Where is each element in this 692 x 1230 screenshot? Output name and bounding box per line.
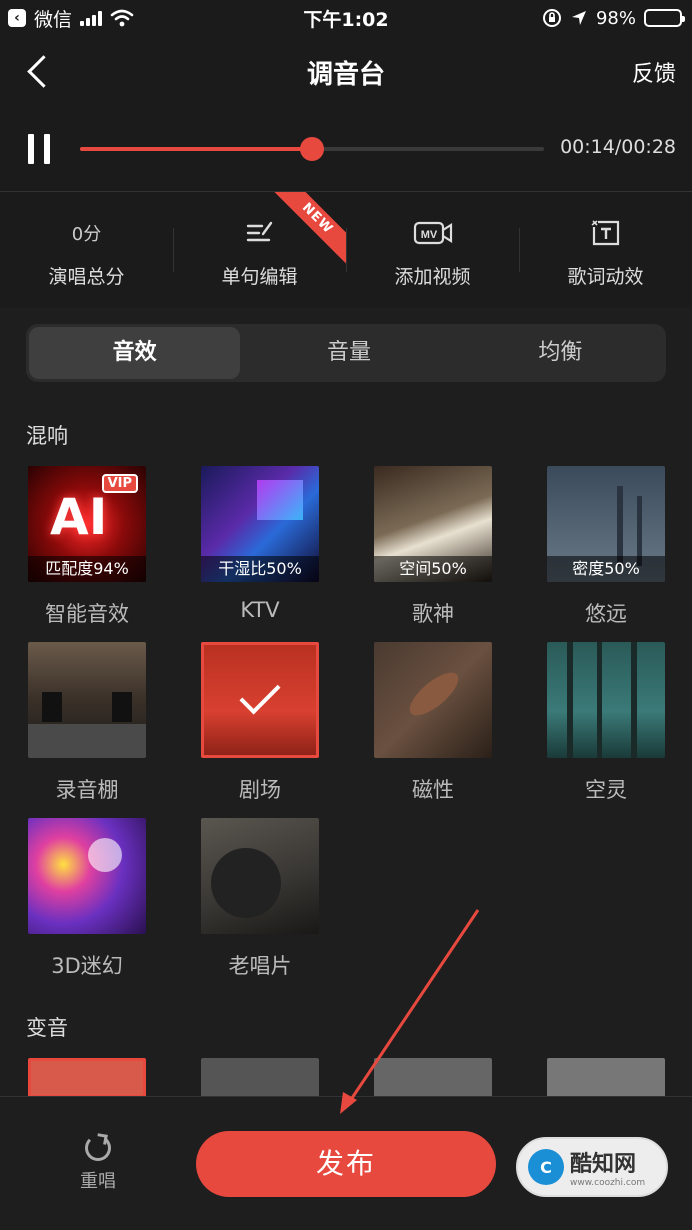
tool-row: 0分 演唱总分 单句编辑 NEW MV 添加视频 歌词动效 bbox=[0, 192, 692, 308]
effect-caption: 干湿比50% bbox=[201, 556, 319, 582]
playback-bar: 00:14/00:28 bbox=[0, 108, 692, 192]
progress-fill bbox=[80, 147, 312, 151]
effect-name: 录音棚 bbox=[55, 778, 119, 802]
voice-thumbnail[interactable] bbox=[374, 1058, 492, 1098]
effect-name: 悠远 bbox=[585, 602, 627, 626]
tool-line-edit[interactable]: 单句编辑 NEW bbox=[173, 192, 346, 308]
effect-name: 磁性 bbox=[412, 778, 454, 802]
voice-change-grid bbox=[28, 1058, 668, 1098]
tab-volume[interactable]: 音量 bbox=[243, 324, 454, 382]
text-frame-icon bbox=[590, 216, 622, 250]
effect-thumbnail: 干湿比50% bbox=[201, 466, 319, 582]
effect-thumbnail: AI VIP 匹配度94% bbox=[28, 466, 146, 582]
refresh-icon bbox=[85, 1135, 111, 1161]
tool-label: 添加视频 bbox=[394, 266, 471, 288]
effect-caption: 空间50% bbox=[374, 556, 492, 582]
tab-equalizer[interactable]: 均衡 bbox=[455, 324, 666, 382]
segment-tabs: 音效 音量 均衡 bbox=[26, 324, 666, 382]
svg-text:MV: MV bbox=[420, 229, 437, 241]
ai-logo: AI bbox=[50, 488, 108, 546]
voice-thumbnail[interactable] bbox=[201, 1058, 319, 1098]
section-title-reverb: 混响 bbox=[26, 424, 68, 448]
vip-badge: VIP bbox=[101, 474, 138, 493]
tool-add-video[interactable]: MV 添加视频 bbox=[346, 192, 519, 308]
location-icon bbox=[571, 11, 586, 25]
effect-thumbnail bbox=[201, 818, 319, 934]
watermark-logo: C 酷知网 www.coozhi.com bbox=[516, 1137, 668, 1197]
tool-lyric-effects[interactable]: 歌词动效 bbox=[519, 192, 692, 308]
status-bar: ‹ 微信 下午1:02 98% bbox=[0, 0, 692, 36]
publish-button[interactable]: 发布 bbox=[196, 1131, 496, 1197]
tool-label: 歌词动效 bbox=[567, 266, 644, 288]
effect-name: 智能音效 bbox=[45, 602, 129, 626]
tab-sound-effect[interactable]: 音效 bbox=[29, 327, 241, 379]
effect-thumbnail: 密度50% bbox=[547, 466, 665, 582]
effect-thumbnail bbox=[28, 818, 146, 934]
effect-thumbnail bbox=[374, 642, 492, 758]
mv-camera-icon: MV bbox=[413, 216, 453, 250]
slider-thumb[interactable] bbox=[300, 137, 324, 161]
voice-thumbnail[interactable] bbox=[547, 1058, 665, 1098]
battery-percent: 98% bbox=[595, 7, 636, 29]
redo-button[interactable]: 重唱 bbox=[60, 1135, 136, 1193]
effect-name: 空灵 bbox=[585, 778, 627, 802]
effect-thumbnail bbox=[547, 642, 665, 758]
watermark-url: www.coozhi.com bbox=[570, 1178, 646, 1188]
effect-item[interactable]: 3D迷幻 bbox=[28, 818, 146, 994]
time-readout: 00:14/00:28 bbox=[560, 136, 676, 158]
feedback-button[interactable]: 反馈 bbox=[632, 56, 676, 88]
redo-label: 重唱 bbox=[80, 1171, 116, 1192]
effect-thumbnail bbox=[28, 642, 146, 758]
effect-caption: 匹配度94% bbox=[28, 556, 146, 582]
score-value: 0分 bbox=[71, 224, 102, 245]
check-icon bbox=[239, 673, 281, 715]
effect-name: 老唱片 bbox=[228, 954, 292, 978]
progress-slider[interactable] bbox=[80, 137, 544, 161]
battery-icon bbox=[644, 9, 685, 27]
new-badge: NEW bbox=[268, 192, 346, 270]
effect-item[interactable]: 录音棚 bbox=[28, 642, 146, 818]
effect-name: 歌神 bbox=[412, 602, 454, 626]
tool-total-score[interactable]: 0分 演唱总分 bbox=[0, 192, 173, 308]
effect-item[interactable]: 密度50% 悠远 bbox=[547, 466, 665, 642]
coozhi-logo-icon: C bbox=[528, 1149, 564, 1185]
bottom-bar: 重唱 发布 C 酷知网 www.coozhi.com bbox=[0, 1096, 692, 1230]
nav-header: 调音台 反馈 bbox=[0, 36, 692, 108]
effect-item[interactable]: 空间50% 歌神 bbox=[374, 466, 492, 642]
effect-name: KTV bbox=[240, 598, 280, 622]
tool-label: 演唱总分 bbox=[48, 266, 125, 288]
page-title: 调音台 bbox=[306, 60, 385, 90]
effect-thumbnail bbox=[201, 642, 319, 758]
pause-icon[interactable] bbox=[28, 134, 50, 164]
rotation-lock-icon bbox=[542, 9, 561, 27]
watermark-text: 酷知网 bbox=[570, 1152, 637, 1177]
effect-item[interactable]: 干湿比50% KTV bbox=[201, 466, 319, 642]
voice-thumbnail[interactable] bbox=[28, 1058, 146, 1098]
effect-caption: 密度50% bbox=[547, 556, 665, 582]
section-title-voice-change: 变音 bbox=[26, 1016, 68, 1040]
effect-item[interactable]: 磁性 bbox=[374, 642, 492, 818]
effect-item[interactable]: 空灵 bbox=[547, 642, 665, 818]
effect-item[interactable]: AI VIP 匹配度94% 智能音效 bbox=[28, 466, 146, 642]
effect-name: 剧场 bbox=[239, 778, 281, 802]
effects-grid: AI VIP 匹配度94% 智能音效 干湿比50% KTV 空间50% 歌神 密… bbox=[28, 466, 668, 994]
effect-name: 3D迷幻 bbox=[51, 954, 123, 978]
effect-item[interactable]: 剧场 bbox=[201, 642, 319, 818]
effect-thumbnail: 空间50% bbox=[374, 466, 492, 582]
status-right: 98% bbox=[542, 5, 685, 31]
effect-item[interactable]: 老唱片 bbox=[201, 818, 319, 994]
